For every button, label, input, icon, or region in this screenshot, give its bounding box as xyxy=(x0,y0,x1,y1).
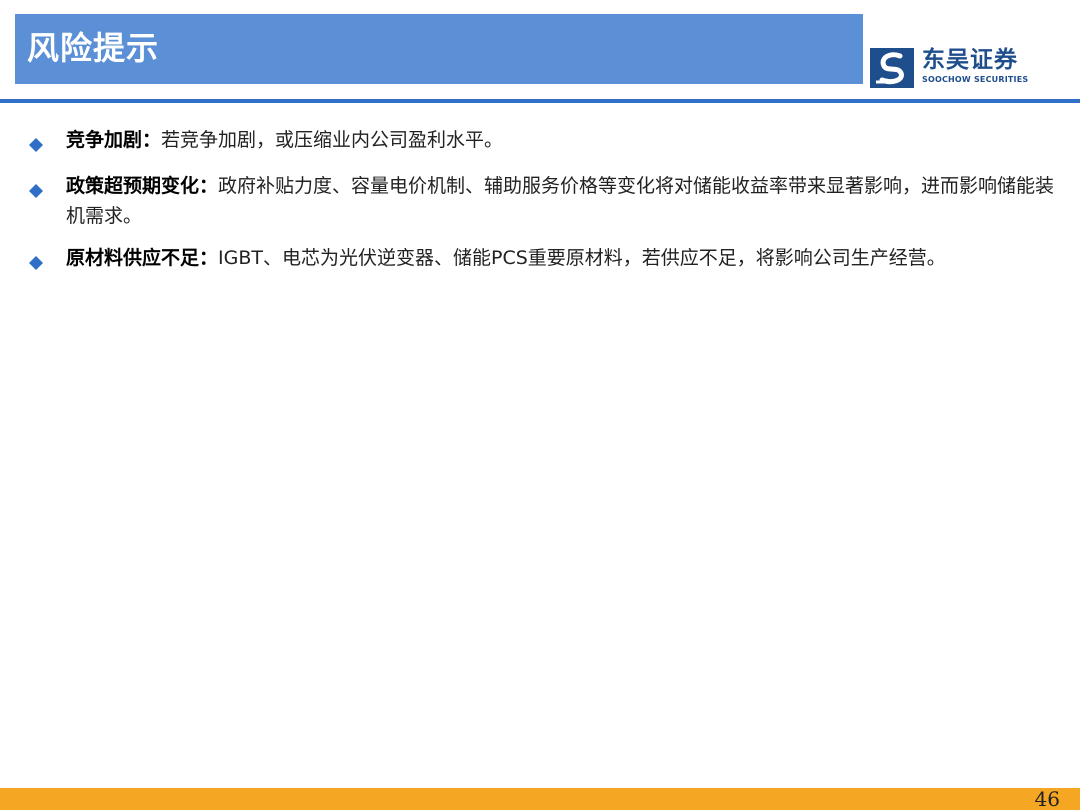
list-item-text: 竞争加剧：若竞争加剧，或压缩业内公司盈利水平。 xyxy=(66,125,1056,155)
diamond-bullet-icon xyxy=(29,256,43,270)
page-number: 46 xyxy=(1034,787,1060,811)
logo-name-en: SOOCHOW SECURITIES xyxy=(922,75,1029,84)
footer-bar: 46 xyxy=(0,787,1080,811)
list-item-body: IGBT、电芯为光伏逆变器、储能PCS重要原材料，若供应不足，将影响公司生产经营… xyxy=(218,247,946,269)
list-item-label: 竞争加剧： xyxy=(66,129,162,151)
list-item-body: 若竞争加剧，或压缩业内公司盈利水平。 xyxy=(161,129,504,151)
list-item-text: 原材料供应不足：IGBT、电芯为光伏逆变器、储能PCS重要原材料，若供应不足，将… xyxy=(66,243,1056,273)
page-title: 风险提示 xyxy=(27,29,160,67)
diamond-bullet-icon xyxy=(29,184,43,198)
logo-name-cn: 东吴证券 xyxy=(922,47,1018,73)
header-divider xyxy=(0,99,1080,103)
diamond-bullet-icon xyxy=(29,138,43,152)
list-item-label: 原材料供应不足： xyxy=(66,247,219,269)
company-logo: 东吴证券 SOOCHOW SECURITIES xyxy=(870,44,1070,92)
soochow-logo-icon xyxy=(870,48,914,88)
list-item-text: 政策超预期变化：政府补贴力度、容量电价机制、辅助服务价格等变化将对储能收益率带来… xyxy=(66,171,1056,231)
title-bar: 风险提示 xyxy=(15,14,863,84)
list-item-label: 政策超预期变化： xyxy=(66,175,219,197)
